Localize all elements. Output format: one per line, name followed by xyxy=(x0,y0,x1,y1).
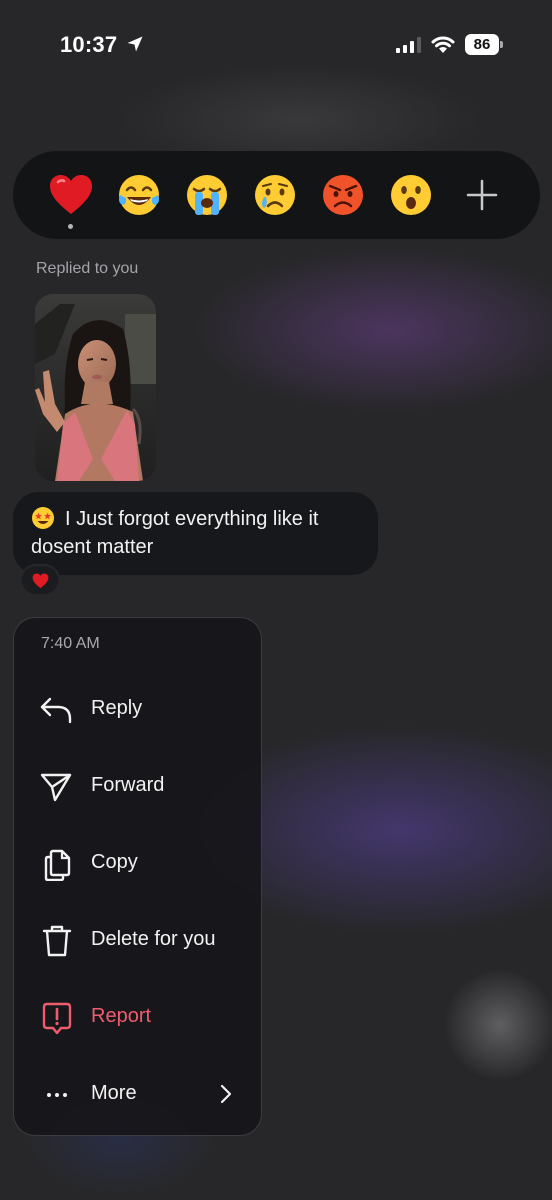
copy-icon xyxy=(38,847,76,881)
signal-icon xyxy=(396,37,421,53)
red-heart-emoji xyxy=(32,573,49,589)
tears-of-joy-emoji[interactable] xyxy=(115,171,163,219)
red-heart-emoji[interactable] xyxy=(47,171,95,219)
reaction-bar xyxy=(13,151,540,239)
menu-item-report[interactable]: Report xyxy=(14,989,261,1045)
menu-item-label: More xyxy=(91,1082,137,1104)
status-time: 10:37 xyxy=(60,32,118,57)
menu-item-label: Reply xyxy=(91,697,143,719)
battery-tip xyxy=(500,41,503,48)
selected-reaction-indicator xyxy=(68,224,73,229)
report-icon xyxy=(38,1001,76,1035)
message-text: I Just forgot everything like it dosent … xyxy=(31,508,319,558)
menu-item-label: Forward xyxy=(91,774,165,796)
message-context-menu: 7:40 AM Reply Forward Copy Delete for yo… xyxy=(13,617,262,1136)
message-reaction-badge[interactable] xyxy=(20,564,60,596)
loudly-crying-emoji[interactable] xyxy=(183,171,231,219)
menu-item-more[interactable]: More xyxy=(14,1066,261,1122)
chevron-right-icon xyxy=(220,1084,232,1104)
story-photo[interactable] xyxy=(35,294,156,481)
battery-icon: 86 xyxy=(465,34,499,55)
message-timestamp: 7:40 AM xyxy=(41,635,100,652)
location-arrow-icon xyxy=(127,36,143,52)
menu-item-label: Copy xyxy=(91,851,138,873)
menu-item-label: Report xyxy=(91,1005,152,1027)
replied-to-you-label: Replied to you xyxy=(36,260,139,277)
plus-icon[interactable] xyxy=(462,175,502,215)
message-bubble[interactable]: I Just forgot everything like it dosent … xyxy=(13,492,378,575)
ellipsis-icon xyxy=(38,1078,76,1112)
crying-face-emoji[interactable] xyxy=(251,171,299,219)
menu-item-copy[interactable]: Copy xyxy=(14,835,261,891)
angry-face-emoji[interactable] xyxy=(319,171,367,219)
menu-item-forward[interactable]: Forward xyxy=(14,758,261,814)
astonished-face-emoji[interactable] xyxy=(387,171,435,219)
trash-icon xyxy=(38,924,76,958)
status-bar: 10:37 86 xyxy=(0,0,552,90)
reply-arrow-icon xyxy=(38,693,76,727)
menu-item-delete-for-you[interactable]: Delete for you xyxy=(14,912,261,968)
send-icon xyxy=(38,770,76,804)
menu-item-reply[interactable]: Reply xyxy=(14,681,261,737)
menu-item-label: Delete for you xyxy=(91,928,216,950)
wifi-icon xyxy=(431,36,455,53)
